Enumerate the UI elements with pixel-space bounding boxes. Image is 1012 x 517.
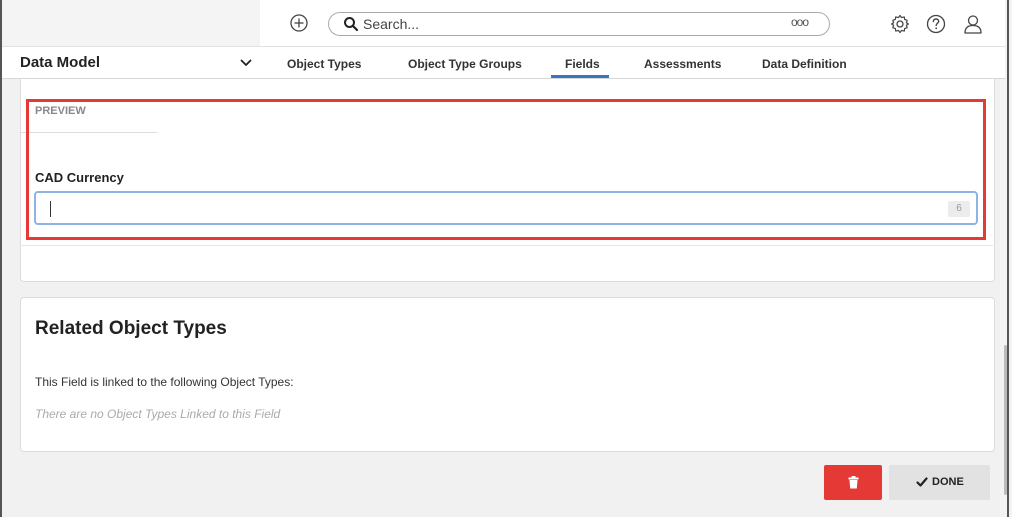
related-object-types-title: Related Object Types [35, 318, 227, 339]
top-bar-left-panel [2, 0, 260, 46]
chevron-down-icon[interactable] [240, 59, 252, 67]
tab-object-type-groups[interactable]: Object Type Groups [408, 57, 522, 71]
tab-data-definition[interactable]: Data Definition [762, 57, 847, 71]
add-icon[interactable] [290, 14, 308, 32]
tab-assessments[interactable]: Assessments [644, 57, 721, 71]
user-icon[interactable] [962, 13, 984, 35]
delete-button[interactable] [824, 465, 882, 500]
page-title[interactable]: Data Model [20, 54, 100, 71]
highlight-box [26, 99, 986, 240]
window-right-edge [1007, 0, 1009, 517]
related-object-types-description: This Field is linked to the following Ob… [35, 375, 294, 389]
tab-fields[interactable]: Fields [565, 57, 600, 71]
nav-row: Data Model Object Types Object Type Grou… [2, 47, 1005, 79]
scrollbar-thumb[interactable] [1004, 345, 1007, 495]
tab-object-types[interactable]: Object Types [287, 57, 361, 71]
help-icon[interactable] [926, 14, 946, 34]
search-placeholder: Search... [363, 16, 420, 32]
trash-icon [848, 476, 859, 489]
preview-card-divider [20, 245, 993, 246]
gear-icon[interactable] [890, 14, 910, 34]
search-icon [344, 17, 359, 32]
related-object-types-empty: There are no Object Types Linked to this… [35, 407, 281, 421]
more-icon[interactable]: ooo [791, 15, 809, 29]
done-label: DONE [932, 476, 964, 488]
checkmark-icon [916, 477, 928, 487]
done-button[interactable]: DONE [889, 465, 990, 500]
search-input[interactable]: Search... ooo [328, 12, 830, 36]
active-tab-indicator [551, 75, 609, 78]
